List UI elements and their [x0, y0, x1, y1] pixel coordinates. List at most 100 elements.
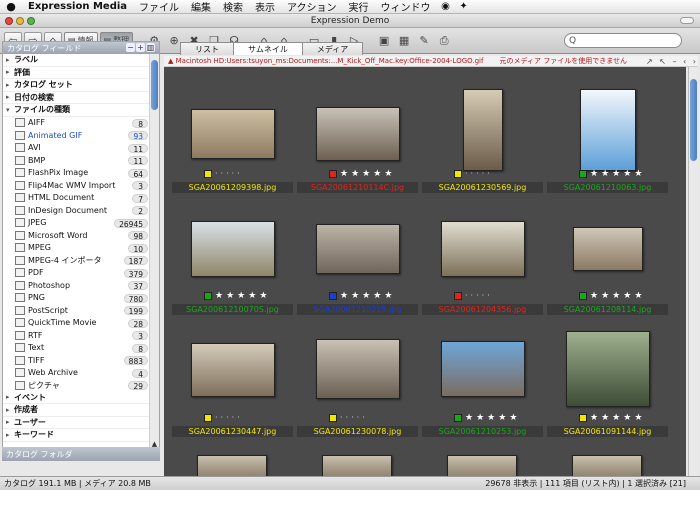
- menu-action[interactable]: アクション: [281, 0, 343, 14]
- star-empty-icon[interactable]: ·: [221, 414, 224, 422]
- star-filled-icon[interactable]: ★: [612, 414, 620, 423]
- star-empty-icon[interactable]: ·: [237, 414, 240, 422]
- star-filled-icon[interactable]: ★: [634, 170, 642, 179]
- star-empty-icon[interactable]: ·: [346, 414, 349, 422]
- thumbnail-image[interactable]: [190, 343, 275, 397]
- color-label-icon[interactable]: [579, 292, 587, 300]
- remove-field-icon[interactable]: −: [126, 43, 135, 52]
- file-type-item[interactable]: Animated GIF 93: [3, 129, 151, 142]
- star-filled-icon[interactable]: ★: [215, 292, 223, 301]
- thumbnail-image[interactable]: [447, 455, 517, 476]
- thumbnail-image[interactable]: [572, 455, 642, 476]
- star-filled-icon[interactable]: ★: [590, 414, 598, 423]
- thumbnail-cell[interactable]: · · · · · SGA20061230569.jpg: [420, 87, 545, 209]
- file-type-item[interactable]: PDF 379: [3, 267, 151, 280]
- star-filled-icon[interactable]: ★: [590, 170, 598, 179]
- tab-list[interactable]: リスト: [180, 42, 234, 55]
- field-group-rating[interactable]: ▸ 評価: [3, 67, 151, 79]
- file-type-item[interactable]: AVI 11: [3, 142, 151, 155]
- add-field-icon[interactable]: +: [136, 43, 145, 52]
- thumbnail-image[interactable]: [440, 221, 525, 277]
- menu-run[interactable]: 実行: [343, 0, 375, 14]
- star-filled-icon[interactable]: ★: [509, 414, 517, 423]
- field-group-date-search[interactable]: ▸ 日付の検索: [3, 92, 151, 104]
- star-filled-icon[interactable]: ★: [601, 170, 609, 179]
- color-label-icon[interactable]: [454, 414, 462, 422]
- star-empty-icon[interactable]: ·: [471, 292, 474, 300]
- star-empty-icon[interactable]: ·: [221, 170, 224, 178]
- star-filled-icon[interactable]: ★: [351, 170, 359, 179]
- field-group-catalog-set[interactable]: ▸ カタログ セット: [3, 79, 151, 92]
- star-filled-icon[interactable]: ★: [237, 292, 245, 301]
- file-type-item[interactable]: Web Archive 4: [3, 367, 151, 380]
- file-type-item[interactable]: RTF 3: [3, 329, 151, 342]
- slideshow-icon[interactable]: ▣: [375, 32, 393, 50]
- file-type-item[interactable]: MPEG 10: [3, 242, 151, 255]
- thumbnail-rating[interactable]: ★ ★ ★ ★ ★: [329, 170, 392, 179]
- field-group-user[interactable]: ▸ ユーザー: [3, 417, 151, 429]
- pencil-icon[interactable]: ✎: [415, 32, 433, 50]
- star-empty-icon[interactable]: ·: [471, 170, 474, 178]
- color-label-icon[interactable]: [329, 170, 337, 178]
- star-empty-icon[interactable]: ·: [482, 170, 485, 178]
- menu-view[interactable]: 表示: [249, 0, 281, 14]
- color-label-icon[interactable]: [329, 414, 337, 422]
- star-filled-icon[interactable]: ★: [601, 414, 609, 423]
- file-type-item[interactable]: Photoshop 37: [3, 279, 151, 292]
- star-empty-icon[interactable]: ·: [476, 292, 479, 300]
- star-filled-icon[interactable]: ★: [340, 292, 348, 301]
- star-filled-icon[interactable]: ★: [340, 170, 348, 179]
- star-empty-icon[interactable]: ·: [465, 292, 468, 300]
- color-label-icon[interactable]: [579, 170, 587, 178]
- thumbnail-rating[interactable]: ★ ★ ★ ★ ★: [329, 292, 392, 301]
- thumbnail-image[interactable]: [197, 455, 267, 476]
- thumbnail-cell[interactable]: ★ ★ ★ ★ ★ SGA20061091144.jpg: [545, 331, 670, 453]
- star-filled-icon[interactable]: ★: [612, 170, 620, 179]
- color-label-icon[interactable]: [579, 414, 587, 422]
- star-empty-icon[interactable]: ·: [487, 292, 490, 300]
- star-empty-icon[interactable]: ·: [362, 414, 365, 422]
- file-type-item[interactable]: PostScript 199: [3, 304, 151, 317]
- file-type-item[interactable]: TIFF 883: [3, 354, 151, 367]
- thumbnail-cell[interactable]: ★ ★ ★ ★ ★ SGA20061210114C.jpg: [295, 87, 420, 209]
- thumbnail-rating[interactable]: · · · · ·: [454, 170, 490, 178]
- star-filled-icon[interactable]: ★: [362, 170, 370, 179]
- field-group-keyword[interactable]: ▸ キーワード: [3, 429, 151, 442]
- field-group-event[interactable]: ▸ イベント: [3, 392, 151, 404]
- apple-menu-icon[interactable]: ●: [0, 0, 22, 13]
- star-filled-icon[interactable]: ★: [226, 292, 234, 301]
- thumbnail-image[interactable]: [579, 89, 636, 171]
- file-type-item[interactable]: MPEG-4 インポータ 187: [3, 254, 151, 267]
- thumbnail-rating[interactable]: ★ ★ ★ ★ ★: [579, 414, 642, 423]
- file-type-item[interactable]: QuickTime Movie 28: [3, 317, 151, 330]
- color-label-icon[interactable]: [204, 414, 212, 422]
- field-group-author[interactable]: ▸ 作成者: [3, 404, 151, 417]
- file-type-item[interactable]: ピクチャ 29: [3, 379, 151, 392]
- thumbnail-image[interactable]: [322, 455, 392, 476]
- star-empty-icon[interactable]: ·: [357, 414, 360, 422]
- file-type-item[interactable]: BMP 11: [3, 154, 151, 167]
- grid-scroll-thumb[interactable]: [690, 79, 697, 161]
- thumbnail-cell[interactable]: ★ ★ ★ ★ ★ SGA20061210070S.jpg: [170, 209, 295, 331]
- star-filled-icon[interactable]: ★: [384, 292, 392, 301]
- thumbnail-rating[interactable]: · · · · ·: [204, 414, 240, 422]
- sidebar-scrollbar[interactable]: ▲ ▼: [149, 54, 159, 460]
- thumbnail-cell[interactable]: · · · · · SGA20061204356.jpg: [420, 209, 545, 331]
- star-filled-icon[interactable]: ★: [384, 170, 392, 179]
- star-empty-icon[interactable]: ·: [232, 170, 235, 178]
- thumbnail-image[interactable]: [462, 89, 503, 171]
- menu-find[interactable]: 検索: [217, 0, 249, 14]
- automator-icon[interactable]: ✦: [455, 1, 473, 12]
- file-type-item[interactable]: InDesign Document 2: [3, 204, 151, 217]
- thumbnail-rating[interactable]: ★ ★ ★ ★ ★: [204, 292, 267, 301]
- color-label-icon[interactable]: [204, 170, 212, 178]
- star-filled-icon[interactable]: ★: [465, 414, 473, 423]
- thumbnail-image[interactable]: [315, 107, 400, 161]
- gallery-icon[interactable]: ▦: [395, 32, 413, 50]
- thumbnail-image[interactable]: [190, 109, 275, 159]
- star-filled-icon[interactable]: ★: [373, 170, 381, 179]
- thumbnail-cell[interactable]: · · · · · SGA20061230078.jpg: [295, 331, 420, 453]
- tab-thumbnail[interactable]: サムネイル: [233, 42, 303, 55]
- thumbnail-cell[interactable]: ★ ★ ★ ★ ★ SGA20061210063.jpg: [545, 87, 670, 209]
- color-label-icon[interactable]: [454, 292, 462, 300]
